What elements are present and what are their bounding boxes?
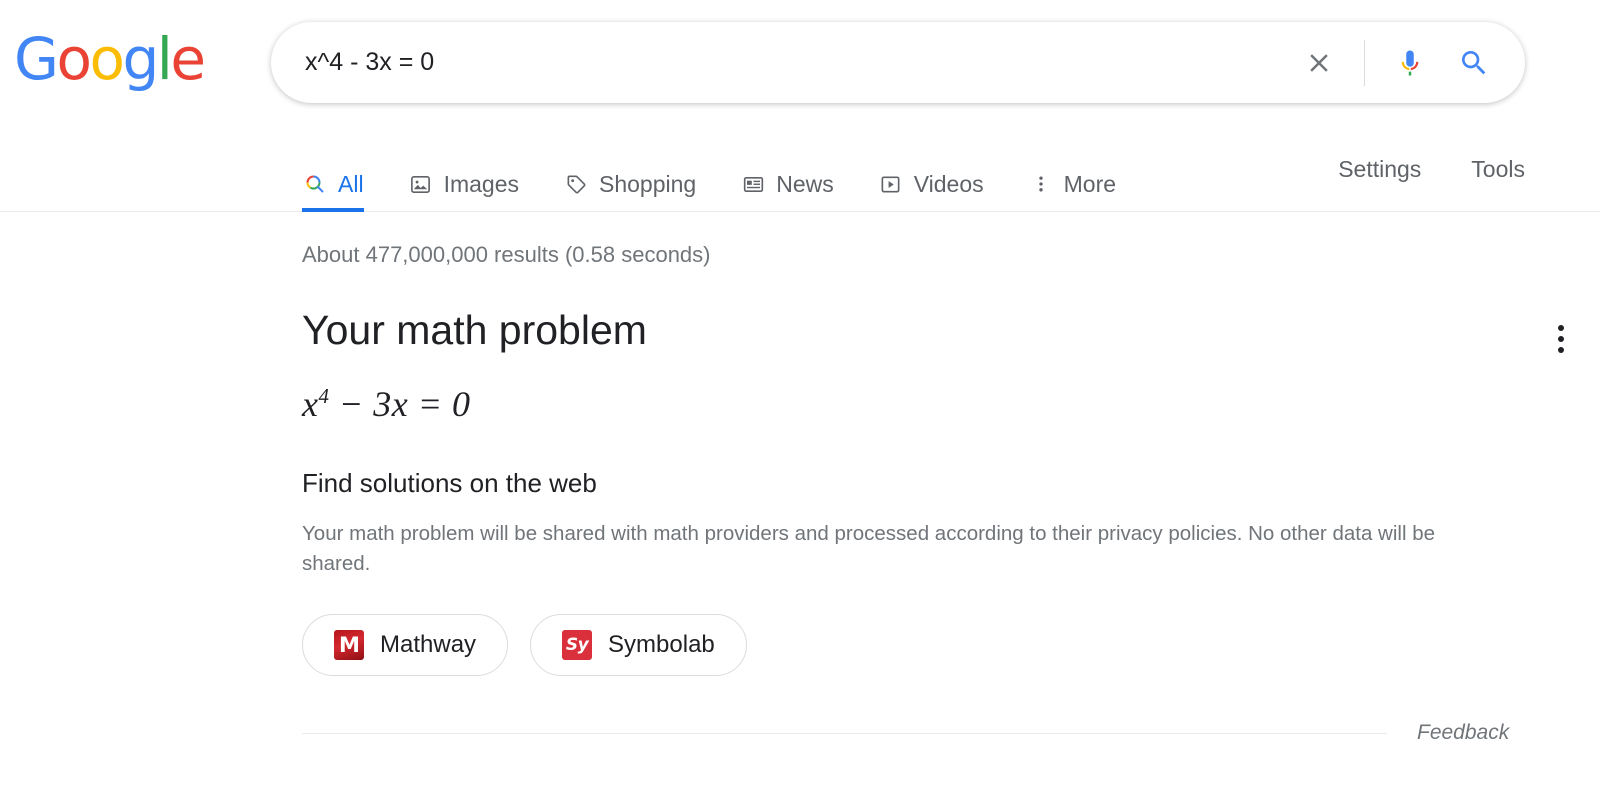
- equation-exponent: 4: [318, 383, 330, 408]
- card-footer: Feedback: [302, 721, 1600, 745]
- tab-shopping[interactable]: Shopping: [563, 130, 715, 212]
- logo-letter-o2: o: [89, 25, 125, 93]
- search-icon: [1462, 50, 1486, 74]
- logo-letter-g1: G: [14, 25, 59, 93]
- settings-button[interactable]: Settings: [1338, 156, 1421, 183]
- newspaper-icon: [740, 171, 766, 197]
- more-vertical-icon-dot: [1558, 325, 1564, 332]
- tab-videos[interactable]: Videos: [878, 130, 1003, 212]
- tools-button[interactable]: Tools: [1471, 156, 1525, 183]
- microphone-icon: [1401, 50, 1419, 75]
- tab-news[interactable]: News: [740, 130, 853, 212]
- symbolab-logo-icon: Sy: [562, 630, 593, 661]
- privacy-disclaimer: Your math problem will be shared with ma…: [302, 521, 1436, 576]
- feedback-link[interactable]: Feedback: [1387, 721, 1589, 745]
- tab-label-images: Images: [443, 170, 519, 197]
- card-options-button[interactable]: [1543, 321, 1579, 357]
- google-logo[interactable]: Google: [14, 25, 206, 93]
- provider-label-mathway: Mathway: [380, 631, 477, 659]
- clear-search-button[interactable]: [1291, 35, 1347, 91]
- logo-letter-l: l: [156, 25, 173, 93]
- result-stats: About 477,000,000 results (0.58 seconds): [302, 242, 711, 267]
- video-icon: [878, 171, 904, 197]
- close-icon: [1310, 53, 1328, 72]
- search-icon: [302, 171, 328, 197]
- image-icon: [408, 171, 434, 197]
- equation-rest: − 3x = 0: [329, 383, 471, 424]
- tab-images[interactable]: Images: [408, 130, 538, 212]
- more-vertical-icon-dot: [1558, 347, 1564, 354]
- math-solver-card: Your math problem x4 − 3x = 0 Find solut…: [302, 307, 1600, 677]
- page-title: Your math problem: [302, 307, 647, 354]
- mathway-logo-icon: M: [334, 630, 364, 661]
- tab-label-all: All: [338, 170, 364, 197]
- find-solutions-heading: Find solutions on the web: [302, 467, 597, 498]
- search-results-main: About 477,000,000 results (0.58 seconds)…: [0, 212, 1600, 677]
- tab-label-shopping: Shopping: [599, 170, 697, 197]
- logo-letter-g2: g: [122, 25, 159, 93]
- provider-chips: M Mathway Sy Symbolab: [302, 614, 1510, 677]
- logo-letter-o1: o: [56, 25, 92, 93]
- tab-label-news: News: [776, 170, 834, 197]
- tab-more[interactable]: More: [1028, 130, 1135, 212]
- search-nav-bar: All Images Shopping News Videos More Set…: [0, 130, 1600, 212]
- tag-icon: [563, 171, 589, 197]
- equation-base: x: [302, 383, 319, 424]
- tab-label-videos: Videos: [913, 170, 984, 197]
- provider-label-symbolab: Symbolab: [608, 631, 715, 659]
- voice-search-button[interactable]: [1382, 35, 1438, 91]
- search-input[interactable]: [272, 23, 1291, 102]
- provider-chip-mathway[interactable]: M Mathway: [302, 614, 509, 677]
- search-divider: [1364, 39, 1365, 86]
- logo-letter-e: e: [170, 25, 206, 93]
- search-submit-button[interactable]: [1446, 35, 1502, 91]
- more-vertical-icon-dot: [1558, 336, 1564, 343]
- search-box[interactable]: [271, 22, 1525, 103]
- tab-label-more: More: [1063, 170, 1117, 197]
- provider-chip-symbolab[interactable]: Sy Symbolab: [530, 614, 747, 677]
- nav-tabs: All Images Shopping News Videos More: [302, 130, 1160, 212]
- tab-all[interactable]: All: [302, 130, 383, 212]
- footer-divider: [302, 732, 1387, 734]
- math-equation: x4 − 3x = 0: [302, 383, 1510, 424]
- more-vertical-icon: [1028, 171, 1054, 197]
- page-header: Google: [0, 0, 1600, 130]
- nav-right-actions: Settings Tools: [1338, 130, 1600, 183]
